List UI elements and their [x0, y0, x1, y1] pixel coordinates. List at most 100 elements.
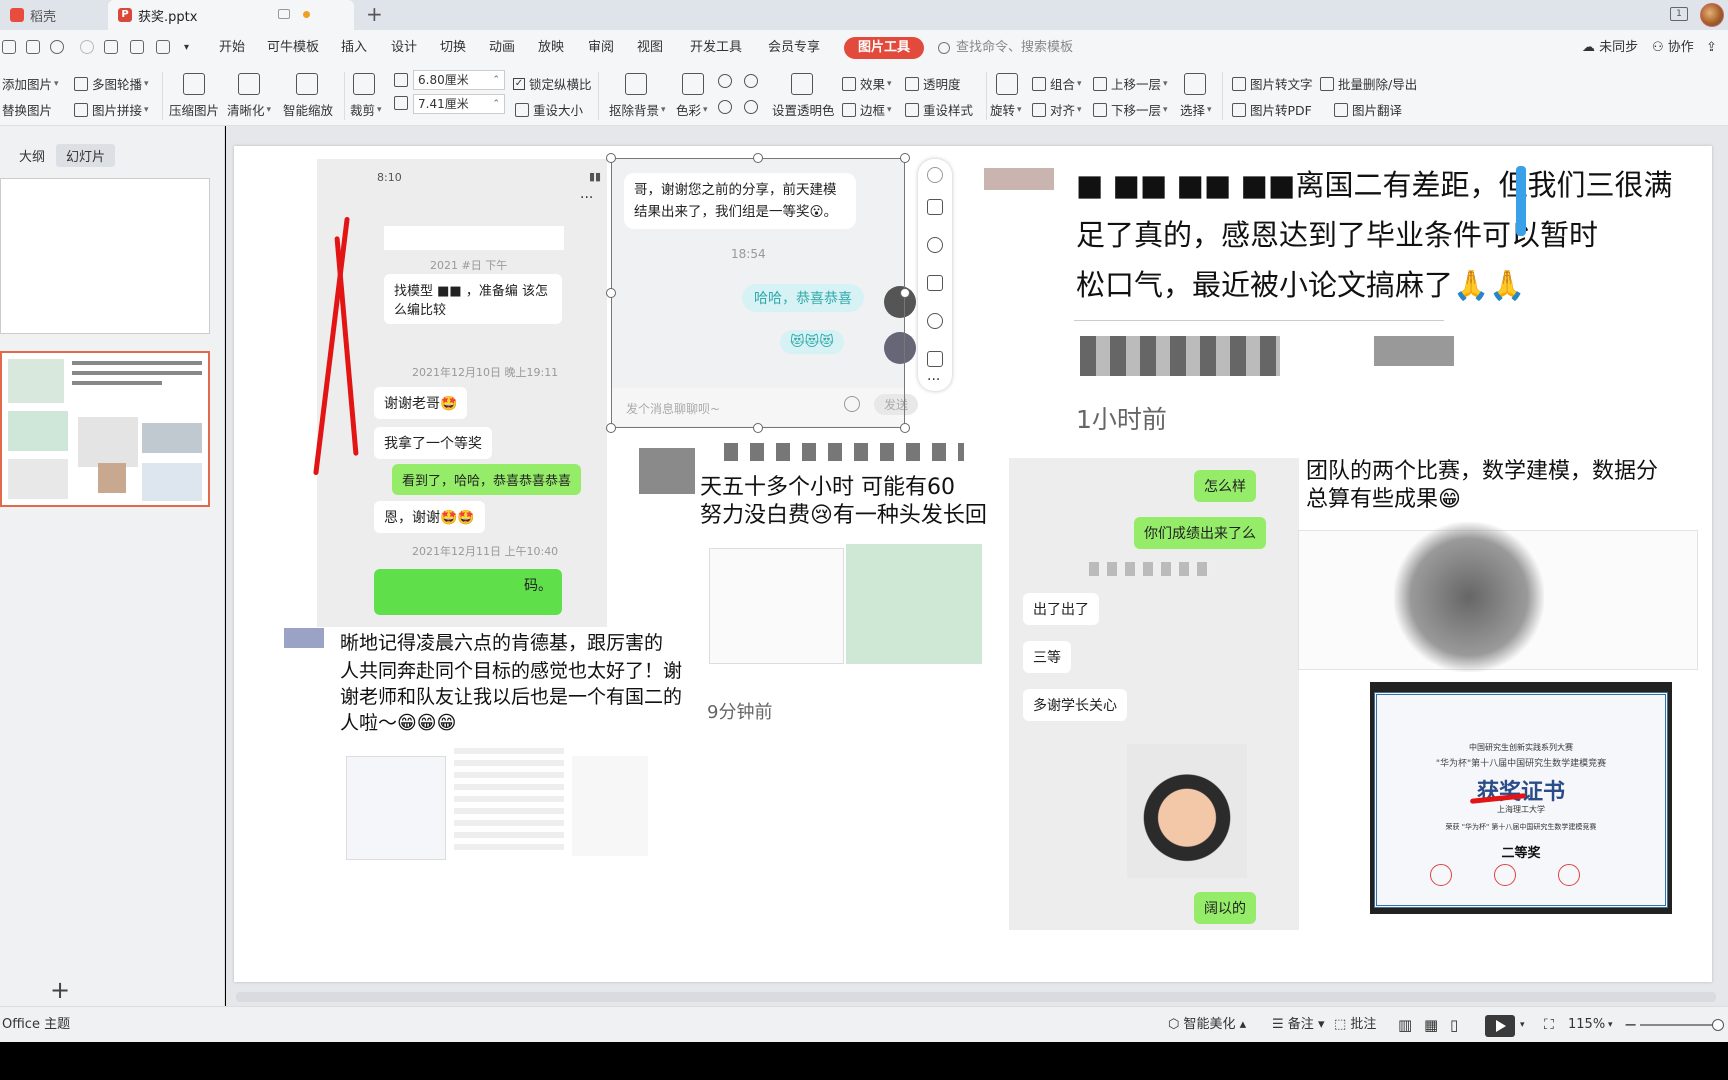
- horizontal-scrollbar[interactable]: [236, 992, 1716, 1002]
- slide-thumbnail-1[interactable]: [0, 178, 210, 334]
- tab-outline[interactable]: 大纲: [9, 144, 55, 167]
- transparency-button[interactable]: 透明度: [905, 74, 961, 93]
- remove-bg-button[interactable]: 抠除背景 ▾: [609, 100, 666, 119]
- zoom-level[interactable]: 115%: [1568, 1007, 1605, 1043]
- layers-icon[interactable]: [927, 199, 943, 215]
- crop-quick-icon[interactable]: [927, 275, 943, 291]
- resize-handle[interactable]: [753, 423, 763, 433]
- zoom-icon[interactable]: [927, 237, 943, 253]
- width-input[interactable]: 6.80厘米: [413, 70, 505, 90]
- smart-scale-button[interactable]: 智能缩放: [283, 100, 333, 119]
- resize-handle[interactable]: [900, 153, 910, 163]
- menu-slideshow[interactable]: 放映: [538, 30, 564, 66]
- contrast-up-icon[interactable]: [718, 100, 732, 114]
- notes-button[interactable]: ☰ 备注 ▾: [1272, 1007, 1324, 1043]
- menu-insert[interactable]: 插入: [341, 30, 367, 66]
- smart-beautify-button[interactable]: ⬡ 智能美化 ▴: [1168, 1007, 1246, 1043]
- play-options-icon[interactable]: ▾: [1520, 1007, 1525, 1043]
- border-button[interactable]: 边框 ▾: [842, 100, 892, 119]
- brightness-down-icon[interactable]: [744, 74, 758, 88]
- zoom-out-icon[interactable]: −: [1624, 1007, 1637, 1043]
- share-icon[interactable]: ⇪: [1706, 30, 1717, 66]
- menu-animation[interactable]: 动画: [489, 30, 515, 66]
- height-input[interactable]: 7.41厘米: [413, 94, 505, 114]
- undo-icon[interactable]: [50, 40, 64, 54]
- menu-member[interactable]: 会员专享: [768, 30, 820, 66]
- menu-home[interactable]: 开始: [219, 30, 245, 66]
- collaborate-button[interactable]: ⚇ 协作: [1652, 30, 1694, 66]
- effects-button[interactable]: 效果 ▾: [842, 74, 892, 93]
- slide-canvas[interactable]: 8:10 ▮▮ ··· 2021 #日 下午 找模型 ■■ ，准备编 该怎么编比…: [234, 146, 1712, 982]
- comments-button[interactable]: ⬚ 批注: [1334, 1007, 1376, 1043]
- add-image-button[interactable]: 添加图片 ▾: [2, 74, 59, 93]
- img-to-pdf-button[interactable]: 图片转PDF: [1232, 100, 1312, 119]
- user-avatar[interactable]: [1700, 3, 1724, 27]
- zoom-slider[interactable]: [1640, 1024, 1718, 1026]
- more-options-icon[interactable]: ···: [927, 372, 940, 388]
- menu-templates[interactable]: 可牛模板: [267, 30, 319, 66]
- crop-button[interactable]: 裁剪 ▾: [350, 100, 382, 119]
- save-icon[interactable]: [26, 40, 40, 54]
- multi-carousel-button[interactable]: 多图轮播 ▾: [74, 74, 149, 93]
- image-splice-button[interactable]: 图片拼接 ▾: [74, 100, 149, 119]
- rotate-button[interactable]: 旋转 ▾: [990, 100, 1022, 119]
- print-preview-icon[interactable]: [156, 40, 170, 54]
- resize-handle[interactable]: [606, 288, 616, 298]
- zoom-menu-icon[interactable]: ▾: [1608, 1007, 1613, 1043]
- img-translate-button[interactable]: 图片翻译: [1334, 100, 1402, 119]
- customize-qa-icon[interactable]: ▾: [184, 30, 189, 66]
- contrast-down-icon[interactable]: [744, 100, 758, 114]
- new-tab-button[interactable]: +: [366, 2, 383, 26]
- fit-window-icon[interactable]: ⛶: [1544, 1007, 1554, 1043]
- normal-view-icon[interactable]: ▥: [1398, 1007, 1412, 1043]
- sharpen-button[interactable]: 清晰化 ▾: [227, 100, 271, 119]
- redo-icon[interactable]: [80, 40, 94, 54]
- tab-docer-home[interactable]: 稻壳: [0, 0, 108, 30]
- align-button[interactable]: 对齐 ▾: [1032, 100, 1082, 119]
- window-count-button[interactable]: 1: [1670, 7, 1688, 21]
- sync-status-button[interactable]: ☁ 未同步: [1582, 30, 1638, 66]
- resize-handle[interactable]: [606, 153, 616, 163]
- monitor-icon[interactable]: [278, 9, 290, 19]
- batch-delete-button[interactable]: 批量删除/导出: [1320, 74, 1417, 93]
- menu-picture-tools[interactable]: 图片工具: [844, 37, 925, 59]
- brightness-up-icon[interactable]: [718, 74, 732, 88]
- bring-forward-button[interactable]: 上移一层 ▾: [1093, 74, 1168, 93]
- menu-design[interactable]: 设计: [391, 30, 417, 66]
- color-button[interactable]: 色彩 ▾: [676, 100, 708, 119]
- slide-thumbnail-2[interactable]: [0, 351, 210, 507]
- reset-style-label: 重设样式: [923, 103, 974, 118]
- convert-icon[interactable]: [927, 351, 943, 367]
- lock-ratio-checkbox[interactable]: ✓ 锁定纵横比: [513, 74, 592, 93]
- resize-handle[interactable]: [900, 288, 910, 298]
- tab-slides[interactable]: 幻灯片: [56, 144, 116, 167]
- zoom-slider-handle[interactable]: [1712, 1019, 1724, 1031]
- collapse-icon[interactable]: [927, 167, 943, 183]
- replace-image-button[interactable]: 替换图片: [2, 100, 52, 119]
- group-button[interactable]: 组合 ▾: [1032, 74, 1082, 93]
- reset-style-button[interactable]: 重设样式: [905, 100, 973, 119]
- reset-size-button[interactable]: 重设大小: [515, 100, 583, 119]
- idea-icon[interactable]: [927, 313, 943, 329]
- menu-developer[interactable]: 开发工具: [690, 30, 742, 66]
- tab-document[interactable]: P 获奖.pptx: [108, 0, 354, 30]
- file-icon[interactable]: [2, 40, 16, 54]
- set-transparent-button[interactable]: 设置透明色: [772, 100, 835, 119]
- menu-transition[interactable]: 切换: [440, 30, 466, 66]
- send-backward-button[interactable]: 下移一层 ▾: [1093, 100, 1168, 119]
- menu-view[interactable]: 视图: [637, 30, 663, 66]
- select-button[interactable]: 选择 ▾: [1180, 100, 1212, 119]
- format-painter-icon[interactable]: [104, 40, 118, 54]
- add-slide-button[interactable]: +: [50, 976, 70, 1004]
- menu-review[interactable]: 审阅: [588, 30, 614, 66]
- img-to-text-button[interactable]: 图片转文字: [1232, 74, 1313, 93]
- reading-view-icon[interactable]: ▯: [1450, 1007, 1458, 1043]
- resize-handle[interactable]: [753, 153, 763, 163]
- sorter-view-icon[interactable]: ▦: [1424, 1007, 1438, 1043]
- play-slideshow-button[interactable]: [1485, 1015, 1515, 1037]
- print-icon[interactable]: [130, 40, 144, 54]
- command-search[interactable]: 查找命令、搜索模板: [940, 30, 1073, 66]
- compress-button[interactable]: 压缩图片: [169, 100, 219, 119]
- resize-handle[interactable]: [900, 423, 910, 433]
- resize-handle[interactable]: [606, 423, 616, 433]
